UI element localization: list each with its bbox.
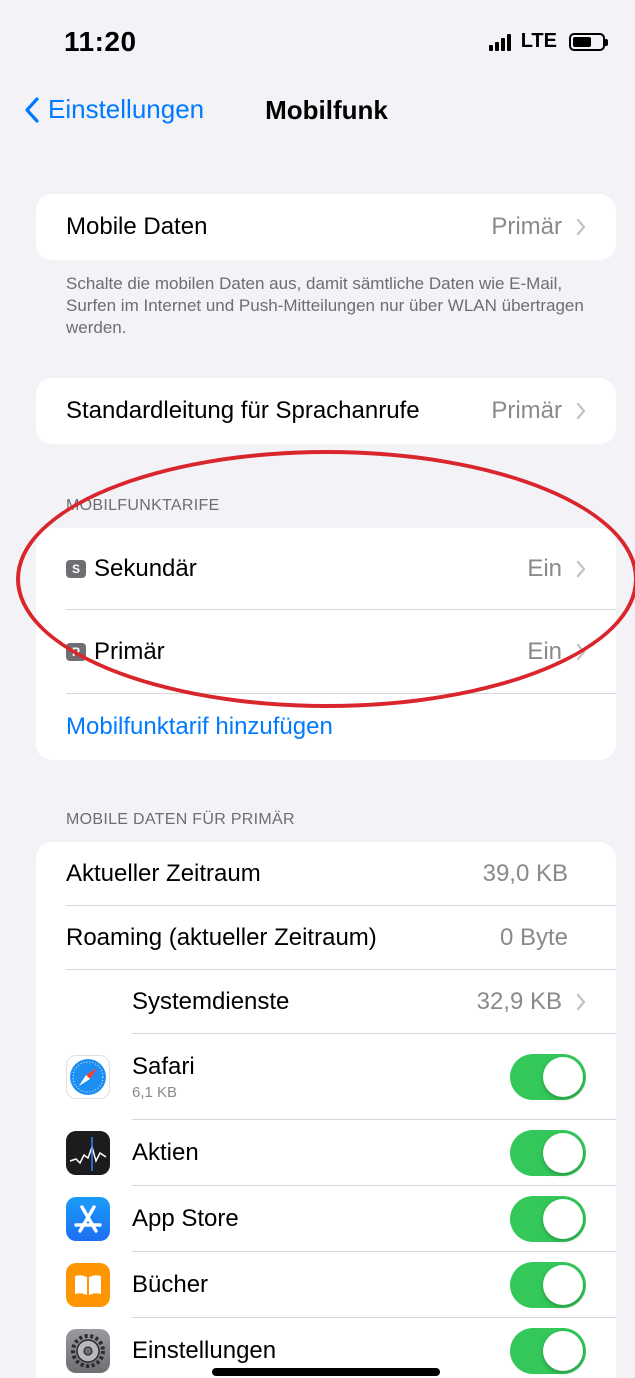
safari-icon — [66, 1055, 110, 1099]
voice-line-group: Standardleitung für Sprachanrufe Primär — [36, 378, 616, 444]
system-services-label: Systemdienste — [132, 988, 290, 1015]
plan-label: Primär — [94, 638, 165, 665]
cellular-toggle[interactable] — [510, 1328, 586, 1374]
status-indicators: LTE — [488, 30, 608, 53]
mobile-data-group: Mobile Daten Primär — [36, 194, 616, 260]
plan-label: Sekundär — [94, 555, 197, 582]
usage-section-header: MOBILE DATEN FÜR PRIMÄR — [66, 811, 295, 828]
cellular-toggle[interactable] — [510, 1262, 586, 1308]
stocks-icon — [66, 1131, 110, 1175]
current-period-label: Aktueller Zeitraum — [66, 860, 261, 887]
app-name: Einstellungen — [132, 1337, 277, 1364]
default-voice-line-label: Standardleitung für Sprachanrufe — [66, 397, 420, 424]
mobile-data-label: Mobile Daten — [66, 213, 208, 240]
app-name: Bücher — [132, 1271, 209, 1298]
system-services-row[interactable]: Systemdienste 32,9 KB — [36, 970, 616, 1034]
page-title: Mobilfunk — [265, 95, 388, 125]
app-row-app-store: App Store — [36, 1186, 616, 1252]
chevron-right-icon — [576, 643, 586, 661]
plan-value: Ein — [527, 555, 562, 582]
chevron-right-icon — [576, 402, 586, 420]
app-row-books: Bücher — [36, 1252, 616, 1318]
usage-group: Aktueller Zeitraum 39,0 KB Roaming (aktu… — [36, 842, 616, 1378]
status-bar: 11:20 LTE — [0, 0, 635, 80]
mobile-data-value: Primär — [491, 213, 562, 240]
mobile-data-row[interactable]: Mobile Daten Primär — [36, 194, 616, 260]
app-row-safari: Safari 6,1 KB — [36, 1034, 616, 1120]
cellular-toggle[interactable] — [510, 1054, 586, 1100]
chevron-right-icon — [576, 993, 586, 1011]
plan-value: Ein — [527, 638, 562, 665]
app-usage: 6,1 KB — [132, 1084, 178, 1101]
app-name: Aktien — [132, 1139, 199, 1166]
sim-badge-icon: P — [66, 643, 86, 661]
default-voice-line-row[interactable]: Standardleitung für Sprachanrufe Primär — [36, 378, 616, 444]
app-row-stocks: Aktien — [36, 1120, 616, 1186]
app-name: Safari — [132, 1053, 195, 1080]
status-time: 11:20 — [64, 26, 137, 57]
sim-badge-icon: S — [66, 560, 86, 578]
app-name: App Store — [132, 1205, 239, 1232]
navigation-bar: Einstellungen Mobilfunk — [0, 82, 635, 138]
current-period-value: 39,0 KB — [482, 860, 568, 887]
cellular-signal-icon — [488, 33, 511, 51]
settings-icon — [66, 1329, 110, 1373]
home-indicator[interactable] — [212, 1368, 440, 1376]
chevron-right-icon — [576, 560, 586, 578]
roaming-row: Roaming (aktueller Zeitraum) 0 Byte — [36, 906, 616, 970]
plan-row-secondary[interactable]: S Sekundär Ein — [36, 528, 616, 610]
roaming-label: Roaming (aktueller Zeitraum) — [66, 924, 377, 951]
battery-icon — [569, 32, 608, 51]
network-type: LTE — [520, 30, 557, 52]
add-plan-row[interactable]: Mobilfunktarif hinzufügen — [36, 694, 616, 760]
chevron-right-icon — [576, 218, 586, 236]
cellular-toggle[interactable] — [510, 1130, 586, 1176]
books-icon — [66, 1263, 110, 1307]
current-period-row: Aktueller Zeitraum 39,0 KB — [36, 842, 616, 906]
roaming-value: 0 Byte — [499, 924, 568, 951]
system-services-value: 32,9 KB — [476, 988, 562, 1015]
plans-group: S Sekundär Ein P Primär Ein Mobilfunktar… — [36, 528, 616, 760]
add-plan-link[interactable]: Mobilfunktarif hinzufügen — [66, 713, 586, 741]
cellular-toggle[interactable] — [510, 1196, 586, 1242]
default-voice-line-value: Primär — [491, 397, 562, 424]
plans-section-header: MOBILFUNKTARIFE — [66, 497, 220, 514]
plan-row-primary[interactable]: P Primär Ein — [36, 610, 616, 694]
app-store-icon — [66, 1197, 110, 1241]
mobile-data-footnote: Schalte die mobilen Daten aus, damit säm… — [66, 274, 584, 337]
